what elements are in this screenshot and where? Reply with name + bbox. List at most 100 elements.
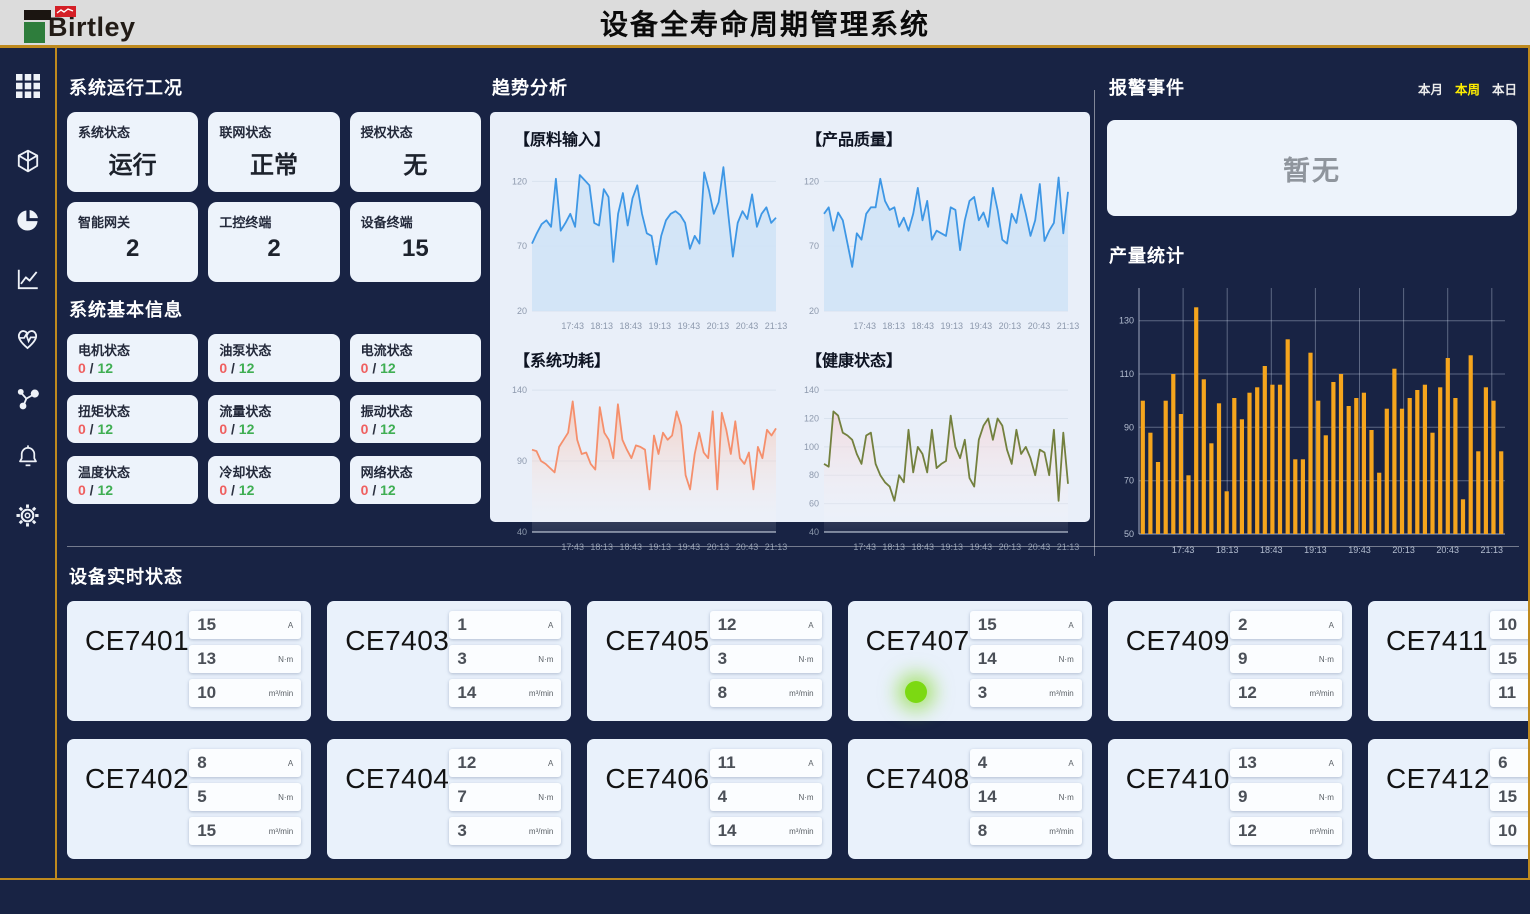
status-card-value: 2 bbox=[78, 235, 187, 263]
device-card-CE7408[interactable]: CE74084A14N·m8m³/min bbox=[848, 739, 1092, 859]
alarm-tab-1[interactable]: 本周 bbox=[1455, 79, 1480, 98]
sidebar-item-apps[interactable] bbox=[14, 72, 42, 100]
svg-text:90: 90 bbox=[517, 456, 527, 466]
svg-text:20:43: 20:43 bbox=[736, 321, 759, 331]
device-card-CE7406[interactable]: CE740611A4N·m14m³/min bbox=[587, 739, 831, 859]
status-card-label: 授权状态 bbox=[361, 122, 470, 141]
metric-unit: A bbox=[548, 759, 553, 768]
metric-value: 11 bbox=[1498, 683, 1516, 703]
metric-value: 3 bbox=[457, 821, 466, 841]
svg-text:21:13: 21:13 bbox=[765, 321, 788, 331]
info-card-label: 温度状态 bbox=[78, 462, 187, 481]
device-metrics: 6A15N·m10m³/min bbox=[1490, 749, 1530, 849]
status-card-value: 正常 bbox=[219, 145, 328, 180]
sidebar-item-settings[interactable] bbox=[14, 501, 42, 529]
metric-unit: m³/min bbox=[1309, 689, 1333, 698]
info-card-label: 冷却状态 bbox=[219, 462, 328, 481]
device-metrics: 15A14N·m3m³/min bbox=[970, 611, 1082, 711]
metric-value: 15 bbox=[197, 615, 216, 635]
total-count: 12 bbox=[380, 482, 396, 498]
svg-text:80: 80 bbox=[809, 470, 819, 480]
device-name: CE7406 bbox=[605, 763, 709, 849]
alarm-tab-0[interactable]: 本月 bbox=[1418, 79, 1443, 98]
device-metric-row: 3m³/min bbox=[970, 679, 1082, 707]
device-card-CE7405[interactable]: CE740512A3N·m8m³/min bbox=[587, 601, 831, 721]
device-card-CE7403[interactable]: CE74031A3N·m14m³/min bbox=[327, 601, 571, 721]
info-card-counts: 0 / 12 bbox=[361, 360, 470, 376]
device-metrics: 12A3N·m8m³/min bbox=[710, 611, 822, 711]
total-count: 12 bbox=[97, 421, 113, 437]
device-metric-row: 13A bbox=[1230, 749, 1342, 777]
device-metric-row: 1A bbox=[449, 611, 561, 639]
device-metrics: 10A15N·m11m³/min bbox=[1490, 611, 1530, 711]
alarm-count: 0 bbox=[78, 421, 86, 437]
sidebar-item-network[interactable] bbox=[14, 383, 42, 411]
device-name: CE7409 bbox=[1126, 625, 1230, 711]
metric-unit: m³/min bbox=[1309, 827, 1333, 836]
sidebar-item-health[interactable] bbox=[14, 324, 42, 352]
status-card: 授权状态无 bbox=[350, 112, 481, 192]
svg-text:20: 20 bbox=[809, 306, 819, 316]
sidebar-item-model[interactable] bbox=[14, 147, 42, 175]
metric-value: 14 bbox=[978, 649, 997, 669]
section-title-system-run: 系统运行工况 bbox=[69, 74, 481, 100]
metric-value: 14 bbox=[718, 821, 737, 841]
metric-unit: m³/min bbox=[1049, 827, 1073, 836]
alarm-empty-card: 暂无 bbox=[1107, 120, 1517, 216]
metric-value: 15 bbox=[1498, 787, 1517, 807]
total-count: 12 bbox=[97, 360, 113, 376]
svg-text:120: 120 bbox=[804, 414, 819, 424]
metric-value: 5 bbox=[197, 787, 206, 807]
metric-unit: A bbox=[808, 621, 813, 630]
info-card-counts: 0 / 12 bbox=[78, 360, 187, 376]
metric-unit: N·m bbox=[798, 655, 813, 664]
device-card-CE7409[interactable]: CE74092A9N·m12m³/min bbox=[1108, 601, 1352, 721]
metric-unit: A bbox=[1329, 759, 1334, 768]
svg-text:19:13: 19:13 bbox=[941, 321, 964, 331]
sidebar-item-trend[interactable] bbox=[14, 265, 42, 293]
device-metric-row: 3m³/min bbox=[449, 817, 561, 845]
status-card-value: 15 bbox=[361, 235, 470, 263]
device-card-CE7404[interactable]: CE740412A7N·m3m³/min bbox=[327, 739, 571, 859]
metric-value: 3 bbox=[978, 683, 987, 703]
total-count: 12 bbox=[239, 482, 255, 498]
line-chart-svg: 14012010080604017:4318:1318:4319:1319:43… bbox=[792, 371, 1082, 558]
device-card-CE7401[interactable]: CE740115A13N·m10m³/min bbox=[67, 601, 311, 721]
section-title-system-info: 系统基本信息 bbox=[69, 296, 481, 322]
device-card-CE7410[interactable]: CE741013A9N·m12m³/min bbox=[1108, 739, 1352, 859]
line-chart-svg: 120702017:4318:1318:4319:1319:4320:1320:… bbox=[792, 150, 1082, 337]
metric-unit: m³/min bbox=[529, 689, 553, 698]
metric-unit: A bbox=[288, 621, 293, 630]
sidebar-item-analytics[interactable] bbox=[14, 206, 42, 234]
device-card-CE7407[interactable]: CE740715A14N·m3m³/min bbox=[848, 601, 1092, 721]
device-card-CE7402[interactable]: CE74028A5N·m15m³/min bbox=[67, 739, 311, 859]
metric-value: 14 bbox=[978, 787, 997, 807]
system-info-cards: 电机状态0 / 12油泵状态0 / 12电流状态0 / 12扭矩状态0 / 12… bbox=[67, 334, 481, 504]
vertical-divider bbox=[1094, 90, 1095, 556]
svg-text:140: 140 bbox=[804, 385, 819, 395]
device-metric-row: 12m³/min bbox=[1230, 679, 1342, 707]
svg-text:20:13: 20:13 bbox=[999, 321, 1022, 331]
device-card-CE7412[interactable]: CE74126A15N·m10m³/min bbox=[1368, 739, 1530, 859]
metric-unit: A bbox=[1329, 621, 1334, 630]
pie-chart-icon bbox=[15, 207, 41, 233]
device-metrics: 15A13N·m10m³/min bbox=[189, 611, 301, 711]
svg-text:18:43: 18:43 bbox=[912, 321, 935, 331]
sidebar-item-alarm[interactable] bbox=[14, 442, 42, 470]
svg-text:110: 110 bbox=[1120, 369, 1134, 379]
device-name: CE7410 bbox=[1126, 763, 1230, 849]
metric-value: 13 bbox=[197, 649, 216, 669]
bar-chart-svg: 17:4318:1318:4319:1319:4320:1320:4321:13… bbox=[1107, 280, 1515, 562]
devices-section: 设备实时状态 CE740115A13N·m10m³/minCE74031A3N·… bbox=[67, 546, 1519, 859]
metric-unit: m³/min bbox=[789, 827, 813, 836]
svg-text:18:13: 18:13 bbox=[882, 321, 905, 331]
alarm-tab-2[interactable]: 本日 bbox=[1492, 79, 1517, 98]
device-metric-row: 2A bbox=[1230, 611, 1342, 639]
info-card: 振动状态0 / 12 bbox=[350, 395, 481, 443]
metric-value: 8 bbox=[197, 753, 206, 773]
status-card: 系统状态运行 bbox=[67, 112, 198, 192]
device-name: CE7411 bbox=[1386, 625, 1488, 711]
svg-text:70: 70 bbox=[517, 241, 527, 251]
info-card: 扭矩状态0 / 12 bbox=[67, 395, 198, 443]
device-card-CE7411[interactable]: CE741110A15N·m11m³/min bbox=[1368, 601, 1530, 721]
